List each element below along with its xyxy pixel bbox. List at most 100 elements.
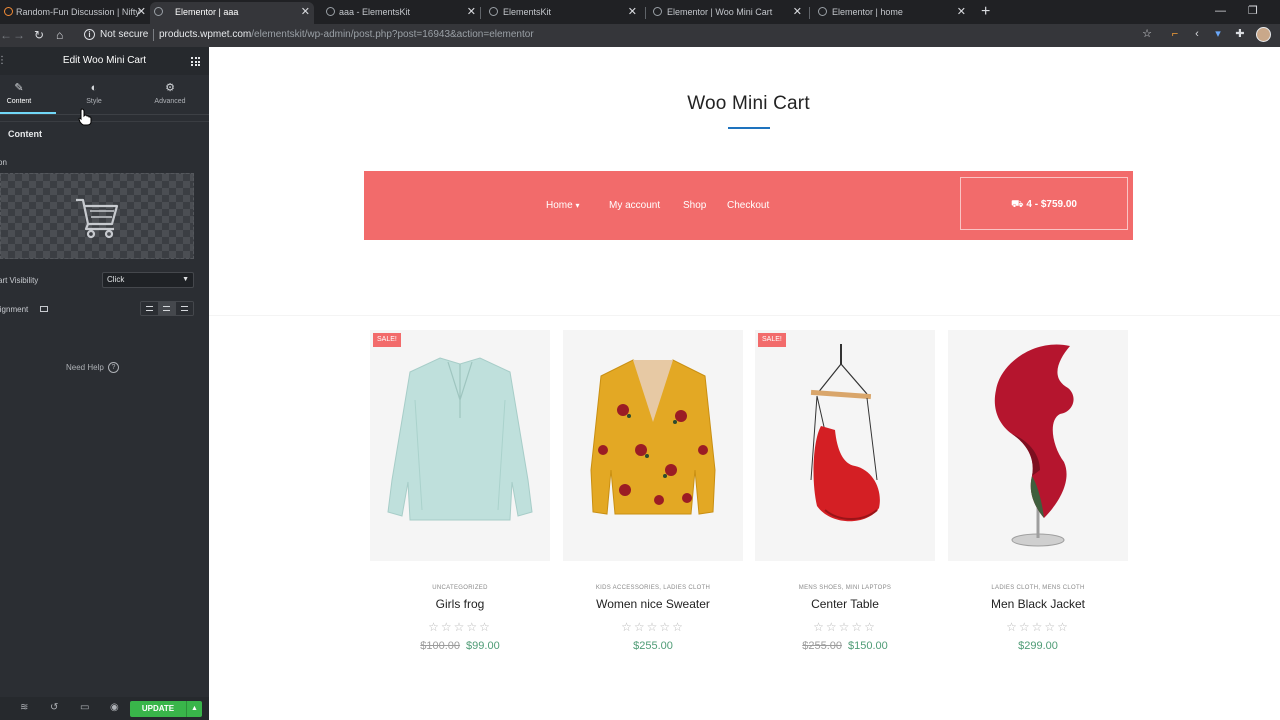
url-separator <box>153 29 154 41</box>
current-price: $255.00 <box>633 640 673 652</box>
nav-item-checkout[interactable]: Checkout <box>727 171 769 240</box>
close-icon[interactable]: ✕ <box>301 2 310 22</box>
product-category[interactable]: LADIES CLOTH, MENS CLOTH <box>948 585 1128 591</box>
tab-title: Elementor | aaa <box>175 7 239 17</box>
globe-icon <box>154 7 163 16</box>
pencil-icon: ✎ <box>14 82 24 94</box>
close-icon[interactable]: ✕ <box>793 2 802 22</box>
tab-title: Elementor | Woo Mini Cart <box>667 7 773 17</box>
cart-icon: ⛟ <box>1011 199 1024 210</box>
nav-item-shop[interactable]: Shop <box>683 171 706 240</box>
home-icon[interactable]: ⌂ <box>56 27 63 43</box>
browser-tab[interactable]: ElementsKit ✕ <box>481 2 641 24</box>
mini-cart-button[interactable]: ⛟ 4 - $759.00 <box>960 177 1128 230</box>
security-label: Not secure <box>100 29 149 40</box>
page-title: Woo Mini Cart <box>687 93 810 114</box>
close-icon[interactable]: ✕ <box>137 2 146 22</box>
align-left-button[interactable] <box>141 302 159 315</box>
reload-icon[interactable]: ↻ <box>34 27 44 43</box>
puzzle-icon[interactable]: ✚ <box>1234 28 1246 40</box>
sweater-image <box>590 359 716 515</box>
nav-item-my-account[interactable]: My account <box>609 171 660 240</box>
panel-tabs: ✎ Content ◐ Style ⚙ Advanced <box>0 75 209 115</box>
forward-icon[interactable]: → <box>13 27 25 43</box>
new-tab-button[interactable]: + <box>981 2 990 22</box>
minimize-icon[interactable]: — <box>1215 2 1226 20</box>
url-field[interactable]: i Not secure products.wpmet.com/elements… <box>80 26 1160 45</box>
close-icon[interactable]: ✕ <box>628 2 637 22</box>
avatar[interactable] <box>1256 27 1271 42</box>
extension-icon[interactable]: ⌐ <box>1169 28 1181 40</box>
panel-header: ⋮ Edit Woo Mini Cart <box>0 47 209 75</box>
icon-control-label: on <box>0 158 7 167</box>
gear-icon: ⚙ <box>165 82 175 94</box>
old-price: $255.00 <box>802 640 842 652</box>
chevron-up-icon[interactable]: ▲ <box>186 701 202 717</box>
browser-tab[interactable]: Random-Fun Discussion | Nifty ✕ <box>0 2 150 24</box>
product-card[interactable]: KIDS ACCESSORIES, LADIES CLOTH Women nic… <box>563 330 743 652</box>
product-image[interactable] <box>948 330 1128 561</box>
responsive-icon[interactable]: ▭ <box>80 702 89 714</box>
icon-picker[interactable] <box>0 173 194 259</box>
restore-icon[interactable]: ❐ <box>1248 2 1258 20</box>
rating-stars: ☆☆☆☆☆ <box>621 620 685 634</box>
product-name[interactable]: Women nice Sweater <box>563 597 743 611</box>
desktop-icon[interactable] <box>40 306 48 312</box>
eye-icon[interactable]: ◉ <box>110 702 119 714</box>
browser-tab-bar: Random-Fun Discussion | Nifty ✕ Elemento… <box>0 0 1280 24</box>
layers-icon[interactable]: ≋ <box>20 702 28 714</box>
align-right-button[interactable] <box>175 302 193 315</box>
rating-stars: ☆☆☆☆☆ <box>1006 620 1070 634</box>
product-category[interactable]: UNCATEGORIZED <box>370 585 550 591</box>
blouse-image <box>387 357 533 521</box>
browser-tab[interactable]: Elementor | Woo Mini Cart ✕ <box>646 2 806 24</box>
close-icon[interactable]: ✕ <box>957 2 966 22</box>
sale-badge: SALE! <box>758 333 786 347</box>
widgets-grid-icon[interactable] <box>191 57 200 66</box>
extension-icon[interactable]: ‹ <box>1191 28 1203 40</box>
history-icon[interactable]: ↺ <box>50 702 58 714</box>
back-icon[interactable]: ← <box>0 27 12 43</box>
browser-tab-active[interactable]: Elementor | aaa ✕ <box>150 2 314 24</box>
chevron-down-icon: ▾ <box>575 201 580 210</box>
page-preview: Woo Mini Cart Home ▾ My account Shop Che… <box>209 47 1280 720</box>
product-image[interactable] <box>563 330 743 561</box>
need-help-link[interactable]: Need Help <box>66 363 104 372</box>
section-divider <box>209 315 1280 316</box>
favicon-icon <box>4 7 13 16</box>
help-icon[interactable]: ? <box>108 362 119 373</box>
bookmark-star-icon[interactable]: ☆ <box>1141 28 1153 40</box>
product-name[interactable]: Girls frog <box>370 597 550 611</box>
product-card[interactable]: LADIES CLOTH, MENS CLOTH Men Black Jacke… <box>948 330 1128 652</box>
tab-title: ElementsKit <box>503 7 552 17</box>
cart-visibility-label: art Visibility <box>0 276 39 285</box>
url-host: products.wpmet.com <box>159 29 252 40</box>
cart-visibility-select[interactable]: Click ▼ <box>102 272 194 288</box>
tab-title: Elementor | home <box>832 7 903 17</box>
align-center-button[interactable] <box>158 302 176 315</box>
alignment-label: lignment <box>0 305 29 314</box>
product-image[interactable]: SALE! <box>370 330 550 561</box>
product-card[interactable]: SALE! MENS SHOES, MINI LAPTOPS Center Ta… <box>755 330 935 652</box>
product-image[interactable]: SALE! <box>755 330 935 561</box>
half-circle-icon: ◐ <box>90 82 98 94</box>
update-button[interactable]: UPDATE <box>130 701 186 717</box>
tab-content[interactable]: ✎ Content <box>0 82 49 105</box>
current-price: $99.00 <box>466 640 500 652</box>
info-icon[interactable]: i <box>84 29 95 40</box>
close-icon[interactable]: ✕ <box>467 2 476 22</box>
rating-stars: ☆☆☆☆☆ <box>428 620 492 634</box>
browser-tab[interactable]: Elementor | home ✕ <box>810 2 970 24</box>
product-category[interactable]: MENS SHOES, MINI LAPTOPS <box>755 585 935 591</box>
product-category[interactable]: KIDS ACCESSORIES, LADIES CLOTH <box>563 585 743 591</box>
hamburger-icon[interactable]: ⋮ <box>0 47 7 75</box>
tab-style[interactable]: ◐ Style <box>64 82 124 105</box>
product-card[interactable]: SALE! UNCATEGORIZED Girls frog ☆☆☆☆☆ $10… <box>370 330 550 652</box>
nav-item-home[interactable]: Home ▾ <box>546 171 579 240</box>
section-heading[interactable]: Content <box>8 129 42 139</box>
tab-advanced[interactable]: ⚙ Advanced <box>140 82 200 105</box>
extension-icon[interactable]: ▾ <box>1212 28 1224 40</box>
product-name[interactable]: Center Table <box>755 597 935 611</box>
browser-tab[interactable]: aaa - ElementsKit ✕ <box>316 2 480 24</box>
product-name[interactable]: Men Black Jacket <box>948 597 1128 611</box>
